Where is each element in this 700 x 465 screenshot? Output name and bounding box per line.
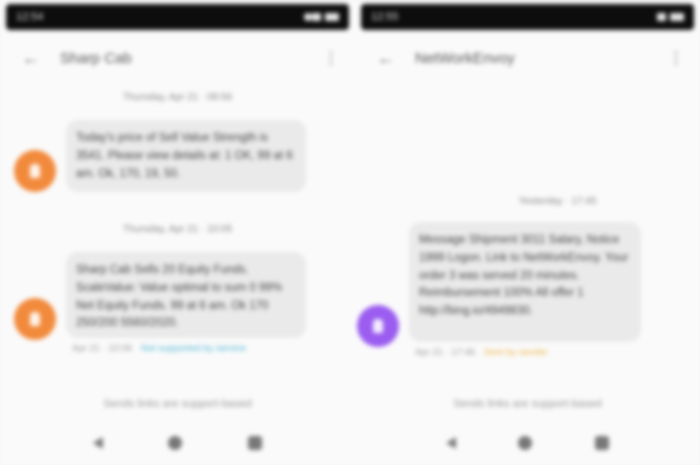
- signal-battery-icons: [312, 13, 339, 21]
- triangle-back-icon[interactable]: [92, 437, 103, 449]
- message-text: Sharp Cab Sells 20 Equity Funds. ScaleVa…: [76, 264, 283, 330]
- signal-icon: [657, 13, 666, 21]
- screenshot-stage: 12:54 ← Sharp Cab ⋮ Thursday, Apr 21 · 0…: [0, 0, 700, 465]
- more-vert-icon[interactable]: ⋮: [668, 48, 684, 68]
- battery-icon: [670, 13, 684, 21]
- sender-avatar[interactable]: [357, 305, 399, 347]
- square-recent-icon[interactable]: [248, 436, 263, 450]
- person-icon: [30, 312, 40, 326]
- message-status-link[interactable]: Sent by sender: [484, 347, 548, 358]
- message-text: Message Shipment 3011 Salary, Notice 199…: [419, 234, 629, 318]
- message-status-link[interactable]: Not supported by service: [141, 343, 246, 354]
- circle-home-icon[interactable]: [518, 436, 533, 450]
- message-bubble[interactable]: Message Shipment 3011 Salary, Notice 199…: [409, 222, 641, 342]
- status-bar: 12:54: [6, 4, 349, 30]
- system-nav-bar: [355, 430, 700, 456]
- sender-avatar[interactable]: [14, 150, 56, 192]
- square-recent-icon[interactable]: [594, 436, 609, 450]
- arrow-left-icon[interactable]: ←: [377, 48, 397, 69]
- message-time: Apr 21 · 17:46: [415, 347, 476, 358]
- notification-icon: [304, 13, 312, 21]
- message-text: Today's price of Sell Value Strength is …: [76, 132, 293, 180]
- conversation-title: NetWorkEnvoy: [415, 49, 515, 67]
- system-nav-bar: [0, 430, 355, 456]
- status-time: 12:54: [16, 11, 44, 23]
- message-bubble[interactable]: Sharp Cab Sells 20 Equity Funds. ScaleVa…: [66, 252, 306, 338]
- more-vert-icon[interactable]: ⋮: [323, 48, 339, 68]
- message-time: Apr 21 · 10:06: [72, 343, 133, 354]
- conversation-title: Sharp Cab: [60, 49, 132, 67]
- person-icon: [30, 164, 40, 178]
- triangle-back-icon[interactable]: [446, 437, 457, 449]
- message-bubble[interactable]: Today's price of Sell Value Strength is …: [66, 120, 306, 192]
- right-phone-screen: 12:55 ← NetWorkEnvoy ⋮ Yesterday · 17:45…: [355, 0, 700, 465]
- status-bar: 12:55: [361, 4, 694, 30]
- signal-battery-icons: [657, 13, 684, 21]
- person-icon: [373, 319, 383, 333]
- date-separator: Yesterday · 17:45: [518, 196, 597, 207]
- conversation-app-bar: ← Sharp Cab ⋮: [0, 42, 355, 74]
- left-phone-screen: 12:54 ← Sharp Cab ⋮ Thursday, Apr 21 · 0…: [0, 0, 355, 465]
- battery-icon: [325, 13, 339, 21]
- circle-home-icon[interactable]: [168, 436, 183, 450]
- status-time: 12:55: [371, 11, 399, 23]
- arrow-left-icon[interactable]: ←: [22, 48, 42, 69]
- signal-icon: [312, 13, 321, 21]
- message-meta: Apr 21 · 17:46 Sent by sender: [415, 347, 548, 358]
- composer-hint[interactable]: Sends links are support-based: [0, 398, 355, 410]
- composer-hint[interactable]: Sends links are support-based: [355, 398, 700, 410]
- sender-avatar[interactable]: [14, 298, 56, 340]
- date-separator: Thursday, Apr 21 · 09:56: [122, 92, 233, 103]
- conversation-app-bar: ← NetWorkEnvoy ⋮: [355, 42, 700, 74]
- date-separator: Thursday, Apr 21 · 10:05: [122, 224, 233, 235]
- message-meta: Apr 21 · 10:06 Not supported by service: [72, 343, 246, 354]
